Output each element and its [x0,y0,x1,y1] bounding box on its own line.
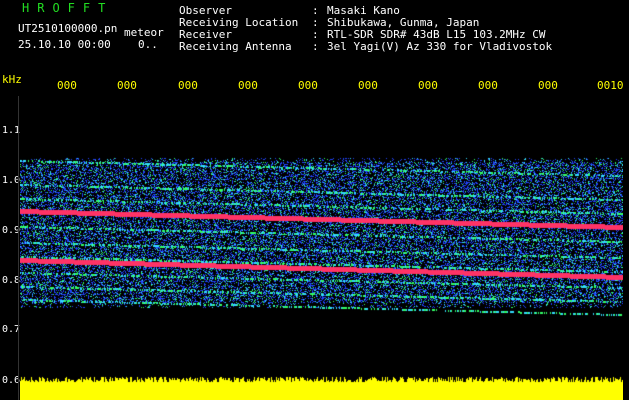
x-tick-label: 000 [418,80,438,91]
antenna-value: 3el Yagi(V) Az 330 for Vladivostok [327,40,553,53]
y-axis-line [18,96,19,400]
spectrogram-canvas [20,96,623,400]
app-title: HROFFT [22,1,114,15]
x-tick-label: 000 [478,80,498,91]
x-tick-label: 000 [538,80,558,91]
x-tick-label: 0010 [597,80,624,91]
x-tick-label: 000 [178,80,198,91]
y-axis-unit: kHz [2,73,22,86]
antenna-sep: : [312,40,319,53]
x-tick-label: 000 [298,80,318,91]
x-tick-label: 000 [358,80,378,91]
x-tick-label: 000 [238,80,258,91]
file-name: UT2510100000.pn [18,22,118,35]
x-tick-label: 000 [117,80,137,91]
x-tick-label: 000 [57,80,77,91]
status-text: 0.. [138,38,158,51]
antenna-label: Receiving Antenna [179,40,292,53]
timestamp: 25.10.10 00:00 [18,38,111,51]
